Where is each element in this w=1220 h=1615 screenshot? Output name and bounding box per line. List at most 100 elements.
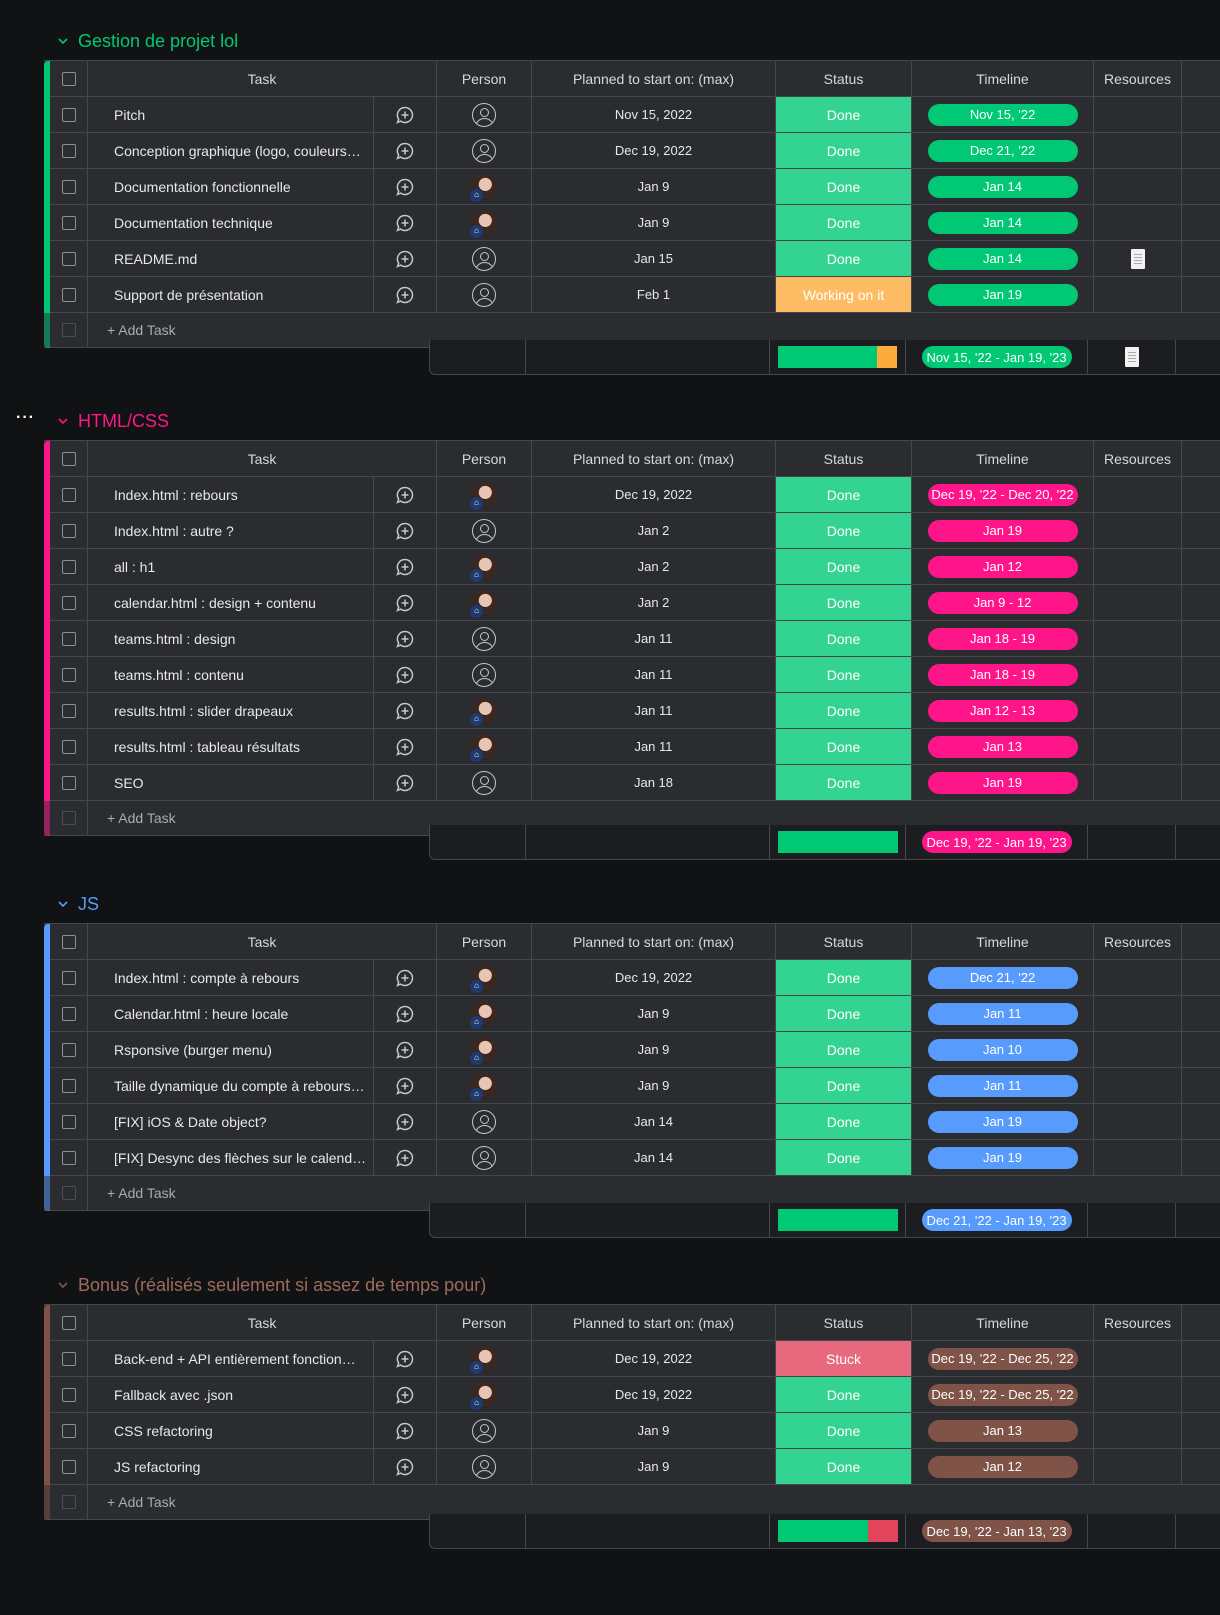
timeline-pill[interactable]: Dec 19, '22 - Dec 25, '22 [927,1347,1078,1370]
timeline-cell[interactable]: Jan 11 [911,1068,1093,1103]
planned-date-cell[interactable]: Dec 19, 2022 [531,133,775,168]
column-header-planned[interactable]: Planned to start on: (max) [531,1305,775,1340]
column-header-resources[interactable]: Resources [1093,441,1181,476]
status-label[interactable]: Done [776,1140,911,1175]
status-battery-bar[interactable] [777,831,898,853]
add-update-icon[interactable] [395,1076,415,1096]
task-cell[interactable]: Index.html : autre ? [87,513,373,548]
status-cell[interactable]: Done [775,1068,911,1103]
person-cell[interactable]: ⌂ [436,585,531,620]
status-label[interactable]: Done [776,205,911,240]
planned-date-cell[interactable]: Feb 1 [531,277,775,312]
group-title[interactable]: JS [78,894,99,915]
avatar[interactable]: ⌂ [469,697,497,727]
task-name[interactable]: Fallback avec .json [114,1387,233,1403]
planned-date-cell[interactable]: Jan 11 [531,693,775,728]
task-name[interactable]: calendar.html : design + contenu [114,595,316,611]
timeline-cell[interactable]: Dec 21, '22 [911,960,1093,995]
column-header-resources[interactable]: Resources [1093,61,1181,96]
resources-cell[interactable] [1093,1068,1181,1103]
add-update-icon[interactable] [395,249,415,269]
empty-person-icon[interactable] [472,770,496,795]
timeline-cell[interactable]: Dec 19, '22 - Dec 25, '22 [911,1377,1093,1412]
resources-cell[interactable] [1093,205,1181,240]
row-checkbox[interactable] [61,1042,76,1057]
group-menu-icon[interactable]: ··· [16,410,40,431]
select-all-checkbox[interactable] [61,1315,76,1330]
status-cell[interactable]: Done [775,1413,911,1448]
task-cell[interactable]: Conception graphique (logo, couleurs… [87,133,373,168]
status-label[interactable]: Done [776,97,911,132]
timeline-cell[interactable]: Jan 11 [911,996,1093,1031]
timeline-pill[interactable]: Jan 14 [927,247,1078,270]
status-label[interactable]: Done [776,133,911,168]
summary-timeline-pill[interactable]: Dec 19, '22 - Jan 19, '23 [921,831,1072,853]
status-battery-bar[interactable] [777,1209,898,1231]
column-header-person[interactable]: Person [436,924,531,959]
row-checkbox[interactable] [61,1387,76,1402]
task-name[interactable]: Rsponsive (burger menu) [114,1042,272,1058]
column-header-planned[interactable]: Planned to start on: (max) [531,61,775,96]
add-update-icon[interactable] [395,1004,415,1024]
status-cell[interactable]: Done [775,1449,911,1484]
empty-person-icon[interactable] [472,626,496,651]
add-update-icon[interactable] [395,593,415,613]
chevron-down-icon[interactable] [52,30,74,52]
timeline-cell[interactable]: Jan 12 - 13 [911,693,1093,728]
task-cell[interactable]: SEO [87,765,373,800]
avatar[interactable]: ⌂ [469,1381,497,1411]
updates-cell[interactable] [373,477,436,512]
add-update-icon[interactable] [395,629,415,649]
empty-person-icon[interactable] [472,282,496,307]
timeline-pill[interactable]: Jan 11 [927,1074,1078,1097]
task-cell[interactable]: all : h1 [87,549,373,584]
row-checkbox[interactable] [61,251,76,266]
summary-status[interactable] [769,825,905,859]
person-cell[interactable] [436,133,531,168]
summary-timeline[interactable]: Dec 19, '22 - Jan 13, '23 [905,1514,1087,1548]
avatar[interactable]: ⌂ [469,481,497,511]
status-label[interactable]: Done [776,549,911,584]
timeline-cell[interactable]: Jan 18 - 19 [911,621,1093,656]
summary-status[interactable] [769,340,905,374]
status-cell[interactable]: Done [775,729,911,764]
updates-cell[interactable] [373,133,436,168]
add-update-icon[interactable] [395,177,415,197]
avatar[interactable]: ⌂ [469,589,497,619]
task-name[interactable]: Calendar.html : heure locale [114,1006,288,1022]
timeline-pill[interactable]: Jan 12 [927,555,1078,578]
row-checkbox[interactable] [61,595,76,610]
person-cell[interactable]: ⌂ [436,1341,531,1376]
add-update-icon[interactable] [395,1040,415,1060]
resources-cell[interactable] [1093,621,1181,656]
row-checkbox[interactable] [61,107,76,122]
task-name[interactable]: all : h1 [114,559,155,575]
timeline-pill[interactable]: Jan 19 [927,771,1078,794]
empty-person-icon[interactable] [472,1145,496,1170]
row-checkbox[interactable] [61,287,76,302]
updates-cell[interactable] [373,960,436,995]
planned-date-cell[interactable]: Dec 19, 2022 [531,477,775,512]
person-cell[interactable]: ⌂ [436,1032,531,1067]
person-cell[interactable]: ⌂ [436,960,531,995]
column-header-person[interactable]: Person [436,61,531,96]
summary-resources[interactable] [1087,340,1175,374]
add-update-icon[interactable] [395,1457,415,1477]
timeline-cell[interactable]: Jan 19 [911,277,1093,312]
task-name[interactable]: JS refactoring [114,1459,200,1475]
timeline-pill[interactable]: Dec 19, '22 - Dec 20, '22 [927,483,1078,506]
status-cell[interactable]: Done [775,1377,911,1412]
resources-cell[interactable] [1093,241,1181,276]
updates-cell[interactable] [373,996,436,1031]
task-name[interactable]: Documentation technique [114,215,273,231]
column-header-person[interactable]: Person [436,441,531,476]
row-checkbox[interactable] [61,179,76,194]
summary-timeline-pill[interactable]: Nov 15, '22 - Jan 19, '23 [921,346,1072,368]
empty-person-icon[interactable] [472,102,496,127]
task-name[interactable]: Taille dynamique du compte à rebours… [114,1078,365,1094]
task-name[interactable]: results.html : slider drapeaux [114,703,293,719]
timeline-pill[interactable]: Dec 19, '22 - Dec 25, '22 [927,1383,1078,1406]
resources-cell[interactable] [1093,133,1181,168]
task-cell[interactable]: Support de présentation [87,277,373,312]
avatar[interactable]: ⌂ [469,173,497,203]
